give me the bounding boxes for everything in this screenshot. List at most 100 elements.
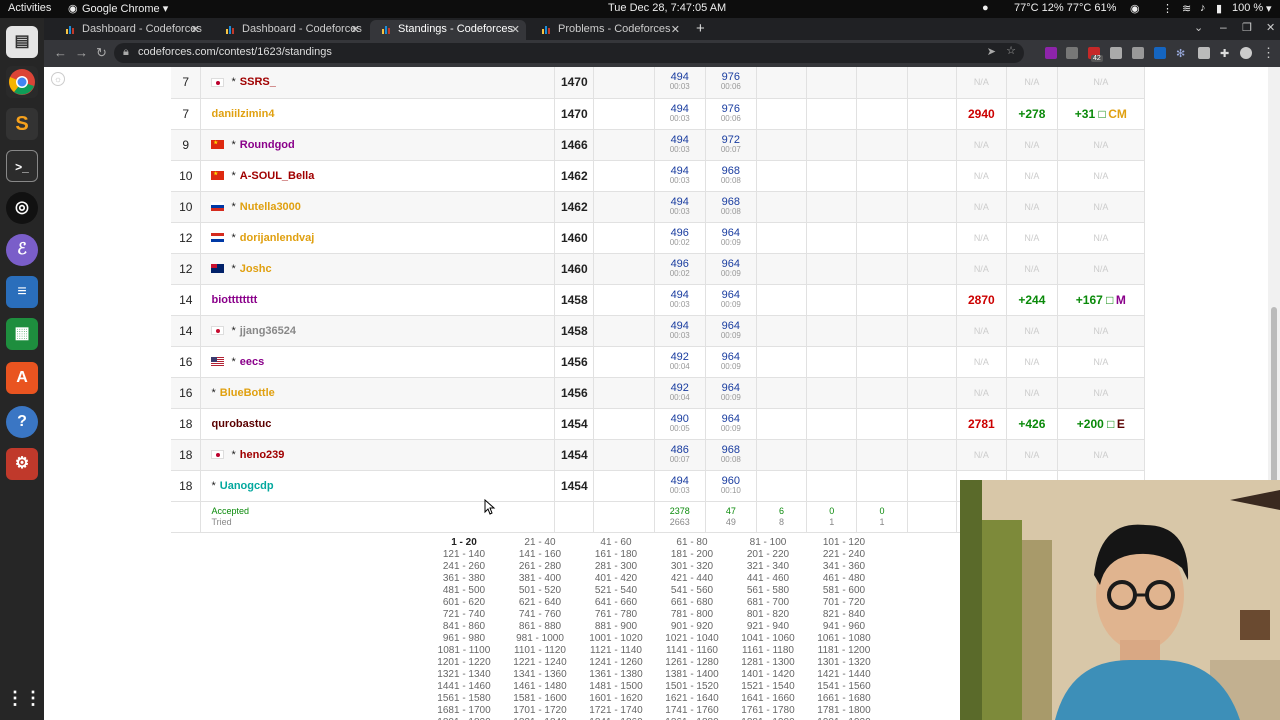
problem-a-cell[interactable]: 494 00:03 [654, 284, 706, 316]
participant-handle[interactable]: eecs [240, 356, 264, 368]
page-link[interactable]: 1001 - 1020 [578, 633, 654, 645]
page-link[interactable]: 421 - 440 [654, 573, 730, 585]
problem-a-cell[interactable]: 494 00:03 [654, 160, 706, 192]
forward-icon[interactable]: → [75, 45, 88, 60]
new-tab-button[interactable]: + [696, 20, 705, 37]
page-link[interactable]: 81 - 100 [730, 537, 806, 549]
problem-b-cell[interactable]: 964 00:09 [705, 315, 757, 347]
page-link[interactable]: 41 - 60 [578, 537, 654, 549]
minimize-icon[interactable]: – [1220, 20, 1227, 34]
participant-handle[interactable]: SSRS_ [240, 76, 276, 88]
bookmark-star-icon[interactable]: ☆ [1006, 44, 1016, 57]
tab-problems[interactable]: Problems - Codeforces ✕ [530, 20, 686, 40]
page-link[interactable]: 521 - 540 [578, 585, 654, 597]
page-link[interactable]: 401 - 420 [578, 573, 654, 585]
participant-handle[interactable]: Nutella3000 [240, 201, 301, 213]
page-link[interactable]: 21 - 40 [502, 537, 578, 549]
page-link[interactable]: 1261 - 1280 [654, 657, 730, 669]
page-link[interactable]: 1501 - 1520 [654, 681, 730, 693]
problem-a-cell[interactable]: 490 00:05 [654, 408, 706, 440]
page-link[interactable]: 641 - 660 [578, 597, 654, 609]
tab-dashboard-2[interactable]: Dashboard - Codeforces ✕ [214, 20, 366, 40]
page-link[interactable]: 381 - 400 [502, 573, 578, 585]
page-link[interactable]: 921 - 940 [730, 621, 806, 633]
page-link[interactable]: 841 - 860 [426, 621, 502, 633]
page-link[interactable]: 1521 - 1540 [730, 681, 806, 693]
extension-1-icon[interactable] [1045, 47, 1057, 59]
page-link[interactable]: 941 - 960 [806, 621, 882, 633]
page-link[interactable]: 121 - 140 [426, 549, 502, 561]
page-link[interactable]: 961 - 980 [426, 633, 502, 645]
problem-a-cell[interactable]: 492 00:04 [654, 346, 706, 378]
extension-7-icon[interactable]: ✻ [1176, 47, 1188, 60]
participant-handle[interactable]: A-SOUL_Bella [240, 170, 315, 182]
problem-b-cell[interactable]: 968 00:08 [705, 191, 757, 223]
participant-handle[interactable]: BlueBottle [220, 387, 275, 399]
participant-handle[interactable]: dorijanlendvaj [240, 232, 315, 244]
extension-4-icon[interactable] [1110, 47, 1122, 59]
problem-b-cell[interactable]: 972 00:07 [705, 129, 757, 161]
page-link[interactable]: 1301 - 1320 [806, 657, 882, 669]
page-link[interactable]: 61 - 80 [654, 537, 730, 549]
problem-a-cell[interactable]: 492 00:04 [654, 377, 706, 409]
help-icon[interactable]: ? [6, 406, 38, 438]
scrollbar-thumb[interactable] [1271, 307, 1277, 507]
page-link[interactable]: 1361 - 1380 [578, 669, 654, 681]
page-link[interactable]: 1281 - 1300 [730, 657, 806, 669]
page-link[interactable]: 721 - 740 [426, 609, 502, 621]
page-link[interactable]: 1761 - 1780 [730, 705, 806, 717]
omnibox[interactable]: 🔒︎ codeforces.com/contest/1623/standings… [114, 43, 1024, 63]
page-link[interactable]: 1041 - 1060 [730, 633, 806, 645]
page-link[interactable]: 561 - 580 [730, 585, 806, 597]
clock[interactable]: Tue Dec 28, 7:47:05 AM [608, 2, 726, 14]
page-link[interactable]: 1681 - 1700 [426, 705, 502, 717]
page-link[interactable]: 1321 - 1340 [426, 669, 502, 681]
participant-handle[interactable]: daniilzimin4 [211, 108, 274, 120]
problem-a-cell[interactable]: 496 00:02 [654, 253, 706, 285]
page-link[interactable]: 1781 - 1800 [806, 705, 882, 717]
participant-handle[interactable]: Uanogcdp [220, 480, 274, 492]
sublime-text-icon[interactable]: S [6, 108, 38, 140]
problem-b-cell[interactable]: 968 00:08 [705, 439, 757, 471]
calc-icon[interactable]: ▦ [6, 318, 38, 350]
page-link[interactable]: 1441 - 1460 [426, 681, 502, 693]
share-icon[interactable]: ➤ [987, 45, 996, 58]
page-link[interactable]: 1201 - 1220 [426, 657, 502, 669]
emacs-icon[interactable]: ℰ [6, 234, 38, 266]
page-link[interactable]: 761 - 780 [578, 609, 654, 621]
close-tab-icon[interactable]: ✕ [351, 23, 360, 36]
page-link[interactable]: 681 - 700 [730, 597, 806, 609]
software-center-icon[interactable]: A [6, 362, 38, 394]
page-link[interactable]: 1661 - 1680 [806, 693, 882, 705]
page-link[interactable]: 1561 - 1580 [426, 693, 502, 705]
page-link[interactable]: 741 - 760 [502, 609, 578, 621]
page-link[interactable]: 1701 - 1720 [502, 705, 578, 717]
page-link[interactable]: 1021 - 1040 [654, 633, 730, 645]
obs-dock-icon[interactable]: ◎ [6, 192, 38, 224]
problem-a-cell[interactable]: 494 00:03 [654, 315, 706, 347]
page-link[interactable]: 441 - 460 [730, 573, 806, 585]
page-link[interactable]: 161 - 180 [578, 549, 654, 561]
page-link[interactable]: 1221 - 1240 [502, 657, 578, 669]
participant-handle[interactable]: heno239 [240, 449, 285, 461]
problem-b-cell[interactable]: 968 00:08 [705, 160, 757, 192]
page-link[interactable]: 1621 - 1640 [654, 693, 730, 705]
page-link[interactable]: 201 - 220 [730, 549, 806, 561]
page-link[interactable]: 241 - 260 [426, 561, 502, 573]
close-tab-icon[interactable]: ✕ [511, 23, 520, 36]
participant-handle[interactable]: jjang36524 [240, 325, 296, 337]
problem-b-cell[interactable]: 960 00:10 [705, 470, 757, 502]
page-link[interactable]: 141 - 160 [502, 549, 578, 561]
participant-handle[interactable]: Roundgod [240, 139, 295, 151]
tab-search-icon[interactable]: ⌄ [1194, 21, 1203, 34]
extensions-puzzle-icon[interactable]: ✚ [1220, 47, 1232, 60]
settings-icon[interactable]: ⚙ [6, 448, 38, 480]
participant-handle[interactable]: biotttttttt [211, 294, 257, 306]
problem-b-cell[interactable]: 964 00:09 [705, 253, 757, 285]
problem-a-cell[interactable]: 494 00:03 [654, 470, 706, 502]
extension-2-icon[interactable] [1066, 47, 1078, 59]
page-link[interactable]: 881 - 900 [578, 621, 654, 633]
page-link[interactable]: 1341 - 1360 [502, 669, 578, 681]
page-link[interactable]: 861 - 880 [502, 621, 578, 633]
snowflake-toggle-icon[interactable]: ☼ [51, 72, 65, 86]
